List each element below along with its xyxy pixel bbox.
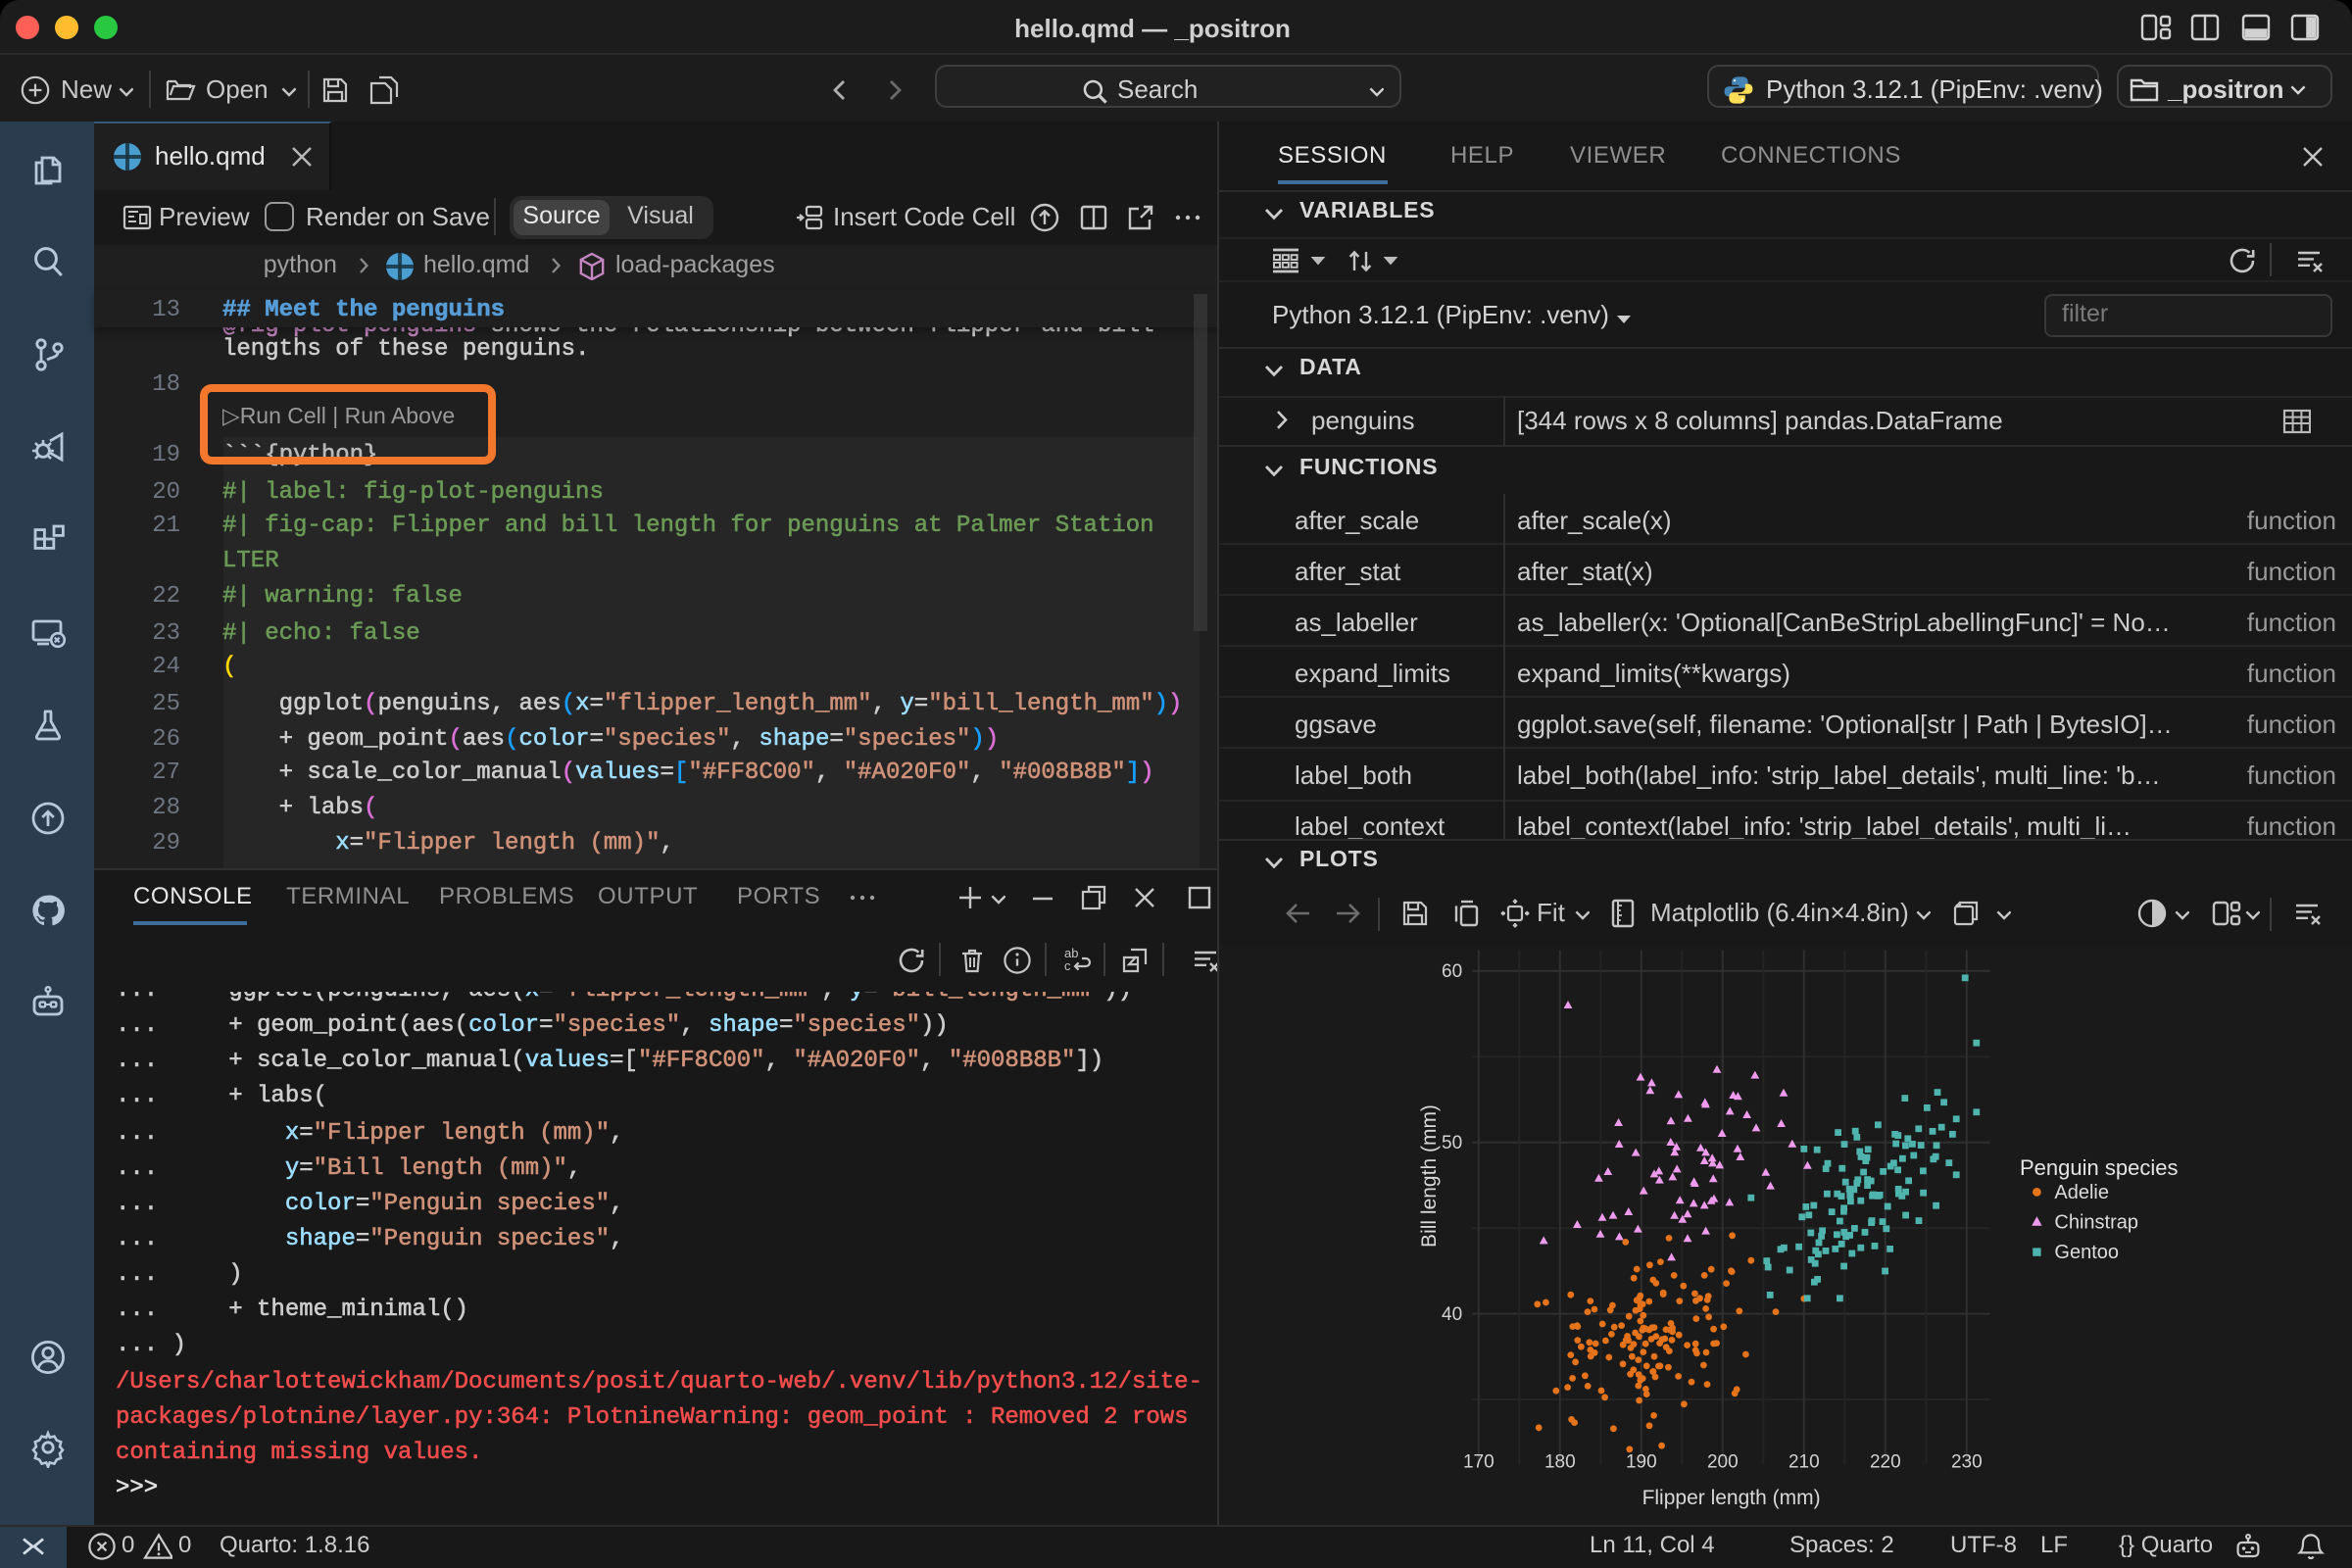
svg-text:Adelie: Adelie: [2053, 1182, 2108, 1203]
svg-text:170: 170: [1462, 1451, 1494, 1472]
svg-text:Flipper length (mm): Flipper length (mm): [1642, 1487, 1820, 1509]
svg-text:230: 230: [1950, 1451, 1982, 1472]
svg-text:Chinstrap: Chinstrap: [2053, 1212, 2137, 1234]
svg-text:220: 220: [1869, 1451, 1900, 1472]
svg-text:40: 40: [1441, 1304, 1461, 1325]
svg-text:200: 200: [1706, 1451, 1738, 1472]
svg-text:180: 180: [1544, 1451, 1575, 1472]
svg-text:210: 210: [1788, 1451, 1819, 1472]
svg-text:50: 50: [1441, 1133, 1461, 1153]
svg-text:190: 190: [1625, 1451, 1656, 1472]
svg-text:60: 60: [1441, 961, 1461, 982]
svg-text:c: c: [1063, 957, 1070, 972]
svg-text:Gentoo: Gentoo: [2053, 1242, 2118, 1263]
svg-text:Penguin species: Penguin species: [2019, 1155, 2177, 1180]
svg-text:Bill length (mm): Bill length (mm): [1417, 1104, 1440, 1248]
